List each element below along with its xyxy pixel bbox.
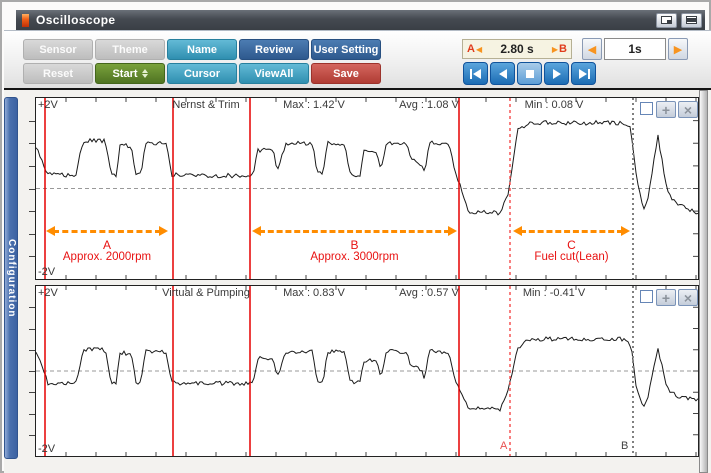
y-axis-tick [29,392,35,393]
add-channel-button[interactable]: + [656,101,676,118]
toolbar-row-1: Sensor Theme Name Review User Setting [23,39,381,60]
stat-avg: Avg : 0.57 V [399,287,459,299]
y-axis-tick [29,329,35,330]
interval-increase-button[interactable]: ▶ [668,38,688,60]
user-setting-button[interactable]: User Setting [311,39,381,60]
theme-button[interactable]: Theme [95,39,165,60]
interval-value-box[interactable]: 1s [604,38,666,60]
y-axis-tick [29,256,35,257]
review-button[interactable]: Review [239,39,309,60]
y-min-label: -2V [38,443,56,455]
stat-max: Max : 1.42 V [283,99,345,111]
play-icon [552,68,561,79]
stop-icon [525,69,534,78]
arrow-right-icon: ▶ [551,44,559,54]
arrow-head-right-icon [448,226,457,236]
stop-button[interactable] [517,62,542,85]
annotation-region-c: C Fuel cut(Lean) [513,226,630,276]
step-back-icon [498,68,507,79]
popout-window-icon [661,16,672,24]
stat-min: Min : -0.41 V [522,287,586,299]
skip-end-button[interactable] [571,62,596,85]
ab-range-box[interactable]: A ◀ 2.80 s ▶ B [462,39,572,59]
skip-start-icon [469,68,481,79]
cursor-a-marker[interactable]: A [500,440,507,452]
window-title: Oscilloscope [36,13,116,27]
arrow-head-right-icon [621,226,630,236]
cursor-button[interactable]: Cursor [167,63,237,84]
popout-window-button[interactable] [656,12,677,28]
toolbar: Sensor Theme Name Review User Setting Re… [4,30,711,90]
arrow-head-right-icon [159,226,168,236]
cursor-a-label: A [467,43,475,55]
y-axis-tick [29,371,35,372]
step-back-button[interactable] [490,62,515,85]
dashed-arrow-line [259,230,450,233]
configuration-tab[interactable]: Configuration [4,97,18,459]
dashed-arrow-line [53,230,161,233]
y-axis-tick [29,307,35,308]
annotation-id: A [102,238,111,252]
dashed-arrow-line [520,230,623,233]
cursor-b-marker[interactable]: B [621,440,628,452]
y-max-label: +2V [38,287,58,299]
annotation-id: B [350,238,359,252]
annotation-text: Fuel cut(Lean) [534,251,609,263]
stat-avg: Avg : 1.08 V [399,99,459,111]
channel-checkbox[interactable] [640,290,653,303]
close-channel-button[interactable]: × [678,101,698,118]
reset-button[interactable]: Reset [23,63,93,84]
close-channel-button[interactable]: × [678,289,698,306]
sensor-button[interactable]: Sensor [23,39,93,60]
annotation-id: C [567,238,576,252]
interval-decrease-button[interactable]: ◀ [582,38,602,60]
y-axis-tick [29,350,35,351]
scope-panel-nernst: +2V -2V Nernst & Trim Max : 1.42 V Avg :… [29,97,699,280]
y-max-label: +2V [38,99,58,111]
viewall-button[interactable]: ViewAll [239,63,309,84]
screen: Oscilloscope Sensor Theme Name Review Us… [0,0,711,473]
stat-min: Min : 0.08 V [524,99,584,111]
vertical-scrollbar[interactable] [699,90,708,473]
skip-end-icon [578,68,590,79]
skip-start-button[interactable] [463,62,488,85]
annotation-text: Approx. 2000rpm [62,251,152,263]
play-button[interactable] [544,62,569,85]
channel-checkbox[interactable] [640,102,653,115]
y-axis-tick [29,121,35,122]
rollup-window-button[interactable] [681,12,702,28]
y-axis-tick [29,143,35,144]
annotation-text: Approx. 3000rpm [310,251,399,263]
toolbar-row-2: Reset Start Cursor ViewAll Save [23,63,381,84]
app-icon [22,13,29,27]
ab-range-value: 2.80 s [500,42,534,56]
start-button[interactable]: Start [95,63,165,84]
y-axis-tick [29,189,35,190]
oscilloscope-window: Oscilloscope Sensor Theme Name Review Us… [0,0,711,473]
start-updown-icon [141,69,148,78]
add-channel-button[interactable]: + [656,289,676,306]
y-axis-tick [29,234,35,235]
arrow-left-icon: ◀ [475,44,483,54]
start-button-label: Start [112,67,138,80]
waveform-plot-virtual [36,286,698,456]
transport-controls [463,62,596,85]
y-axis-tick [29,435,35,436]
y-axis-tick [29,414,35,415]
rollup-window-icon [686,16,697,24]
cursor-b-label: B [559,43,567,55]
stat-max: Max : 0.83 V [283,287,345,299]
scope-panel-virtual: +2V -2V Virtual & Pumping Max : 0.83 V A… [29,285,699,457]
name-button[interactable]: Name [167,39,237,60]
title-bar[interactable]: Oscilloscope [16,10,705,30]
save-button[interactable]: Save [311,63,381,84]
y-axis-tick [29,166,35,167]
annotation-region-b: B Approx. 3000rpm [252,226,457,276]
annotation-region-a: A Approx. 2000rpm [46,226,168,276]
y-axis-tick [29,211,35,212]
